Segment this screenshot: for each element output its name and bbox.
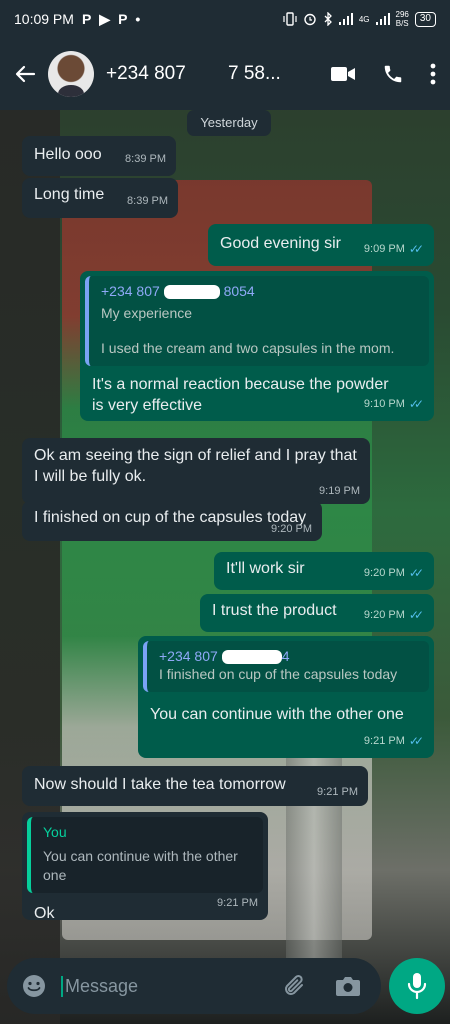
message-outgoing[interactable]: Good evening sir 9:09 PM ✓✓ <box>208 224 434 266</box>
message-incoming[interactable]: Long time 8:39 PM <box>22 178 178 218</box>
message-text: Good evening sir <box>220 235 341 252</box>
status-time: 10:09 PM <box>14 11 74 27</box>
network-type: 4G <box>358 14 370 24</box>
notification-p2-icon: P <box>118 11 128 27</box>
status-bar: 10:09 PM P ▶ P • 4G 296 B/S 30 <box>0 0 450 38</box>
attach-icon[interactable] <box>283 973 307 999</box>
message-incoming-reply[interactable]: You You can continue with the other one … <box>22 812 268 922</box>
message-text: Ok am seeing the sign of relief and I pr… <box>34 447 357 485</box>
message-time: 8:39 PM <box>125 153 166 165</box>
message-time: 9:20 PM <box>271 523 312 535</box>
emoji-icon[interactable] <box>21 973 47 999</box>
message-text: Hello ooo <box>34 146 102 163</box>
battery-indicator: 30 <box>414 11 436 27</box>
net-speed-value: 296 <box>395 10 409 19</box>
message-outgoing-reply[interactable]: +234 807 4 I finished on cup of the caps… <box>138 636 434 758</box>
message-incoming[interactable]: Hello ooo 8:39 PM <box>22 136 176 176</box>
quoted-message[interactable]: +234 807 8054 My experience I used the c… <box>85 276 429 366</box>
back-arrow-icon[interactable] <box>10 59 40 89</box>
message-input[interactable]: Message <box>61 975 138 997</box>
message-text: Long time <box>34 186 105 203</box>
mic-button[interactable] <box>389 958 445 1014</box>
message-time: 8:39 PM <box>127 195 168 207</box>
youtube-icon: ▶ <box>99 10 111 27</box>
quote-text: I finished on cup of the capsules today <box>159 666 398 682</box>
message-outgoing[interactable]: It'll work sir 9:20 PM ✓✓ <box>214 552 434 590</box>
quote-author: +234 807 4 <box>159 647 419 665</box>
message-time: 9:21 PM <box>317 786 358 798</box>
quote-author-tail: 4 <box>281 648 290 664</box>
header-actions <box>330 63 440 85</box>
mic-icon <box>407 973 427 1000</box>
date-chip: Yesterday <box>187 110 271 136</box>
redaction-mark <box>221 650 282 665</box>
quote-author-number: +234 807 <box>159 648 218 664</box>
vibrate-icon <box>283 12 297 26</box>
read-ticks-icon: ✓✓ <box>408 397 424 411</box>
message-time: 9:19 PM <box>319 485 360 497</box>
chat-header: +234 807 7 58... <box>0 38 450 110</box>
message-meta: 9:20 PM ✓✓ <box>364 605 424 626</box>
message-time: 9:09 PM <box>363 243 405 255</box>
bluetooth-icon <box>324 12 332 26</box>
status-right: 4G 296 B/S 30 <box>283 10 436 28</box>
message-outgoing-reply[interactable]: +234 807 8054 My experience I used the c… <box>80 271 434 421</box>
quote-author-number: +234 807 <box>101 283 160 299</box>
quoted-message[interactable]: +234 807 4 I finished on cup of the caps… <box>143 641 429 692</box>
read-ticks-icon: ✓✓ <box>408 566 424 580</box>
read-ticks-icon: ✓✓ <box>408 242 424 256</box>
message-text: I trust the product <box>212 602 337 619</box>
message-meta: 9:10 PM ✓✓ <box>364 394 424 415</box>
message-incoming[interactable]: Ok am seeing the sign of relief and I pr… <box>22 438 370 504</box>
message-time: 9:21 PM <box>217 897 258 909</box>
message-text: You can continue with the other one <box>150 706 404 723</box>
quoted-message[interactable]: You You can continue with the other one <box>27 817 263 893</box>
message-meta: 9:09 PM ✓✓ <box>364 239 424 260</box>
phone-icon[interactable] <box>382 63 404 85</box>
message-outgoing[interactable]: I trust the product 9:20 PM ✓✓ <box>200 594 434 632</box>
message-text: Now should I take the tea tomorrow <box>34 776 286 793</box>
quote-author-tail: 8054 <box>223 283 255 299</box>
quote-title: My experience <box>101 305 193 321</box>
message-input-bar: Message <box>7 958 381 1014</box>
message-time: 9:10 PM <box>363 398 405 410</box>
notification-dot-icon: • <box>135 11 141 27</box>
read-ticks-icon: ✓✓ <box>408 608 424 622</box>
message-incoming[interactable]: I finished on cup of the capsules today … <box>22 501 322 541</box>
quote-text: You can continue with the other one <box>43 848 238 883</box>
message-incoming[interactable]: Now should I take the tea tomorrow 9:21 … <box>22 766 368 806</box>
message-time: 9:20 PM <box>363 567 405 579</box>
signal-icon <box>338 13 353 25</box>
message-meta: 9:21 PM ✓✓ <box>364 731 424 752</box>
message-text: It'll work sir <box>226 560 305 577</box>
avatar[interactable] <box>48 51 94 97</box>
video-call-icon[interactable] <box>330 65 356 83</box>
status-left: 10:09 PM P ▶ P • <box>14 11 140 28</box>
camera-icon[interactable] <box>335 975 361 997</box>
quote-text: I used the cream and two capsules in the… <box>101 340 395 356</box>
message-time: 9:21 PM <box>363 735 405 747</box>
net-speed: 296 B/S <box>396 10 409 28</box>
message-time: 9:20 PM <box>363 609 405 621</box>
quote-author: You <box>43 824 67 840</box>
message-text: I finished on cup of the capsules today <box>34 509 307 526</box>
notification-p-icon: P <box>81 11 92 27</box>
input-actions <box>283 973 367 999</box>
net-speed-unit: B/S <box>395 19 409 28</box>
more-vert-icon[interactable] <box>430 63 436 85</box>
read-ticks-icon: ✓✓ <box>408 734 424 748</box>
quote-author: +234 807 8054 <box>101 282 419 300</box>
chat-area[interactable]: Yesterday Hello ooo 8:39 PM Long time 8:… <box>0 110 450 954</box>
signal-2-icon <box>375 13 390 25</box>
alarm-icon <box>304 13 316 26</box>
redaction-mark <box>163 285 220 300</box>
contact-name[interactable]: +234 807 7 58... <box>106 63 286 85</box>
message-meta: 9:20 PM ✓✓ <box>364 563 424 584</box>
